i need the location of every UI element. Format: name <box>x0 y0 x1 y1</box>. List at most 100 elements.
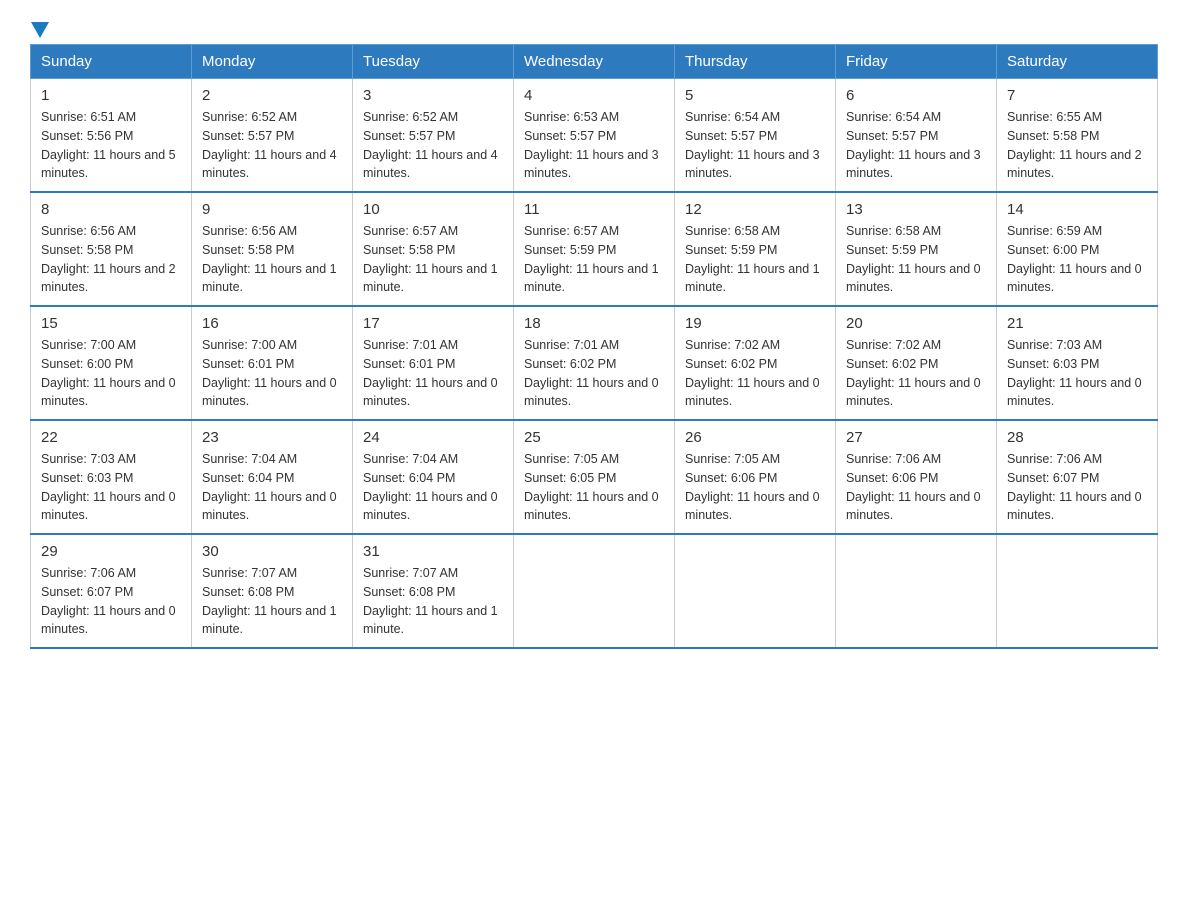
day-number: 5 <box>685 87 825 104</box>
day-number: 26 <box>685 429 825 446</box>
calendar-day-cell <box>997 534 1158 648</box>
day-number: 7 <box>1007 87 1147 104</box>
calendar-day-cell: 2 Sunrise: 6:52 AMSunset: 5:57 PMDaylight… <box>192 79 353 193</box>
day-number: 22 <box>41 429 181 446</box>
calendar-day-cell: 1Sunrise: 6:51 AMSunset: 5:56 PMDaylight… <box>31 79 192 193</box>
logo-triangle-icon <box>31 22 49 38</box>
day-info: Sunrise: 6:52 AMSunset: 5:57 PMDaylight:… <box>363 110 498 180</box>
day-info: Sunrise: 7:04 AMSunset: 6:04 PMDaylight:… <box>202 452 337 522</box>
day-header-monday: Monday <box>192 45 353 79</box>
calendar-week-row: 1Sunrise: 6:51 AMSunset: 5:56 PMDaylight… <box>31 79 1158 193</box>
calendar-day-cell <box>675 534 836 648</box>
day-number: 2 <box>202 87 342 104</box>
day-number: 12 <box>685 201 825 218</box>
calendar-week-row: 8 Sunrise: 6:56 AMSunset: 5:58 PMDaylight… <box>31 192 1158 306</box>
day-number: 10 <box>363 201 503 218</box>
day-info: Sunrise: 6:54 AMSunset: 5:57 PMDaylight:… <box>685 110 820 180</box>
calendar-day-cell: 11 Sunrise: 6:57 AMSunset: 5:59 PMDayligh… <box>514 192 675 306</box>
day-info: Sunrise: 7:01 AMSunset: 6:02 PMDaylight:… <box>524 338 659 408</box>
day-info: Sunrise: 7:00 AMSunset: 6:00 PMDaylight:… <box>41 338 176 408</box>
calendar-day-cell: 18 Sunrise: 7:01 AMSunset: 6:02 PMDayligh… <box>514 306 675 420</box>
day-info: Sunrise: 6:56 AMSunset: 5:58 PMDaylight:… <box>202 224 337 294</box>
day-info: Sunrise: 7:02 AMSunset: 6:02 PMDaylight:… <box>685 338 820 408</box>
calendar-day-cell <box>836 534 997 648</box>
day-info: Sunrise: 6:57 AMSunset: 5:58 PMDaylight:… <box>363 224 498 294</box>
day-number: 20 <box>846 315 986 332</box>
day-number: 29 <box>41 543 181 560</box>
day-info: Sunrise: 7:02 AMSunset: 6:02 PMDaylight:… <box>846 338 981 408</box>
calendar-day-cell: 7Sunrise: 6:55 AMSunset: 5:58 PMDaylight… <box>997 79 1158 193</box>
day-header-saturday: Saturday <box>997 45 1158 79</box>
day-number: 14 <box>1007 201 1147 218</box>
calendar-day-cell: 5 Sunrise: 6:54 AMSunset: 5:57 PMDaylight… <box>675 79 836 193</box>
calendar-day-cell: 27 Sunrise: 7:06 AMSunset: 6:06 PMDayligh… <box>836 420 997 534</box>
calendar-day-cell: 14 Sunrise: 6:59 AMSunset: 6:00 PMDayligh… <box>997 192 1158 306</box>
day-number: 23 <box>202 429 342 446</box>
calendar-header-row: SundayMondayTuesdayWednesdayThursdayFrid… <box>31 45 1158 79</box>
calendar-day-cell: 29 Sunrise: 7:06 AMSunset: 6:07 PMDayligh… <box>31 534 192 648</box>
calendar-day-cell: 28Sunrise: 7:06 AMSunset: 6:07 PMDayligh… <box>997 420 1158 534</box>
day-number: 18 <box>524 315 664 332</box>
calendar-week-row: 15 Sunrise: 7:00 AMSunset: 6:00 PMDayligh… <box>31 306 1158 420</box>
day-number: 25 <box>524 429 664 446</box>
calendar-day-cell: 3 Sunrise: 6:52 AMSunset: 5:57 PMDaylight… <box>353 79 514 193</box>
day-header-sunday: Sunday <box>31 45 192 79</box>
calendar-day-cell: 25 Sunrise: 7:05 AMSunset: 6:05 PMDayligh… <box>514 420 675 534</box>
day-number: 15 <box>41 315 181 332</box>
day-number: 21 <box>1007 315 1147 332</box>
day-header-wednesday: Wednesday <box>514 45 675 79</box>
day-number: 19 <box>685 315 825 332</box>
calendar-day-cell: 22Sunrise: 7:03 AMSunset: 6:03 PMDayligh… <box>31 420 192 534</box>
day-info: Sunrise: 7:05 AMSunset: 6:05 PMDaylight:… <box>524 452 659 522</box>
calendar-day-cell: 12 Sunrise: 6:58 AMSunset: 5:59 PMDayligh… <box>675 192 836 306</box>
day-info: Sunrise: 7:04 AMSunset: 6:04 PMDaylight:… <box>363 452 498 522</box>
calendar-day-cell: 23 Sunrise: 7:04 AMSunset: 6:04 PMDayligh… <box>192 420 353 534</box>
day-info: Sunrise: 6:52 AMSunset: 5:57 PMDaylight:… <box>202 110 337 180</box>
day-number: 11 <box>524 201 664 218</box>
calendar-day-cell: 24Sunrise: 7:04 AMSunset: 6:04 PMDayligh… <box>353 420 514 534</box>
calendar-day-cell: 4Sunrise: 6:53 AMSunset: 5:57 PMDaylight… <box>514 79 675 193</box>
calendar-day-cell: 6Sunrise: 6:54 AMSunset: 5:57 PMDaylight… <box>836 79 997 193</box>
calendar-day-cell: 20 Sunrise: 7:02 AMSunset: 6:02 PMDayligh… <box>836 306 997 420</box>
calendar-table: SundayMondayTuesdayWednesdayThursdayFrid… <box>30 44 1158 649</box>
calendar-day-cell: 17 Sunrise: 7:01 AMSunset: 6:01 PMDayligh… <box>353 306 514 420</box>
day-info: Sunrise: 7:06 AMSunset: 6:07 PMDaylight:… <box>1007 452 1142 522</box>
calendar-day-cell: 21 Sunrise: 7:03 AMSunset: 6:03 PMDayligh… <box>997 306 1158 420</box>
calendar-week-row: 29 Sunrise: 7:06 AMSunset: 6:07 PMDayligh… <box>31 534 1158 648</box>
day-info: Sunrise: 7:06 AMSunset: 6:06 PMDaylight:… <box>846 452 981 522</box>
day-info: Sunrise: 6:51 AMSunset: 5:56 PMDaylight:… <box>41 110 176 180</box>
day-info: Sunrise: 6:56 AMSunset: 5:58 PMDaylight:… <box>41 224 176 294</box>
day-info: Sunrise: 7:00 AMSunset: 6:01 PMDaylight:… <box>202 338 337 408</box>
calendar-day-cell <box>514 534 675 648</box>
calendar-day-cell: 30Sunrise: 7:07 AMSunset: 6:08 PMDayligh… <box>192 534 353 648</box>
day-number: 16 <box>202 315 342 332</box>
day-number: 27 <box>846 429 986 446</box>
day-info: Sunrise: 6:58 AMSunset: 5:59 PMDaylight:… <box>685 224 820 294</box>
day-number: 17 <box>363 315 503 332</box>
calendar-day-cell: 16 Sunrise: 7:00 AMSunset: 6:01 PMDayligh… <box>192 306 353 420</box>
calendar-day-cell: 13Sunrise: 6:58 AMSunset: 5:59 PMDayligh… <box>836 192 997 306</box>
day-info: Sunrise: 7:06 AMSunset: 6:07 PMDaylight:… <box>41 566 176 636</box>
calendar-day-cell: 8 Sunrise: 6:56 AMSunset: 5:58 PMDaylight… <box>31 192 192 306</box>
calendar-day-cell: 9 Sunrise: 6:56 AMSunset: 5:58 PMDaylight… <box>192 192 353 306</box>
day-info: Sunrise: 7:05 AMSunset: 6:06 PMDaylight:… <box>685 452 820 522</box>
day-info: Sunrise: 7:07 AMSunset: 6:08 PMDaylight:… <box>363 566 498 636</box>
day-number: 3 <box>363 87 503 104</box>
day-number: 30 <box>202 543 342 560</box>
day-header-tuesday: Tuesday <box>353 45 514 79</box>
calendar-day-cell: 19 Sunrise: 7:02 AMSunset: 6:02 PMDayligh… <box>675 306 836 420</box>
day-info: Sunrise: 6:58 AMSunset: 5:59 PMDaylight:… <box>846 224 981 294</box>
calendar-day-cell: 15 Sunrise: 7:00 AMSunset: 6:00 PMDayligh… <box>31 306 192 420</box>
page-header <box>30 20 1158 34</box>
day-info: Sunrise: 6:59 AMSunset: 6:00 PMDaylight:… <box>1007 224 1142 294</box>
day-number: 6 <box>846 87 986 104</box>
day-number: 31 <box>363 543 503 560</box>
day-number: 9 <box>202 201 342 218</box>
day-info: Sunrise: 7:03 AMSunset: 6:03 PMDaylight:… <box>1007 338 1142 408</box>
day-number: 8 <box>41 201 181 218</box>
day-info: Sunrise: 6:57 AMSunset: 5:59 PMDaylight:… <box>524 224 659 294</box>
day-header-friday: Friday <box>836 45 997 79</box>
calendar-day-cell: 10 Sunrise: 6:57 AMSunset: 5:58 PMDayligh… <box>353 192 514 306</box>
day-info: Sunrise: 7:01 AMSunset: 6:01 PMDaylight:… <box>363 338 498 408</box>
calendar-week-row: 22Sunrise: 7:03 AMSunset: 6:03 PMDayligh… <box>31 420 1158 534</box>
